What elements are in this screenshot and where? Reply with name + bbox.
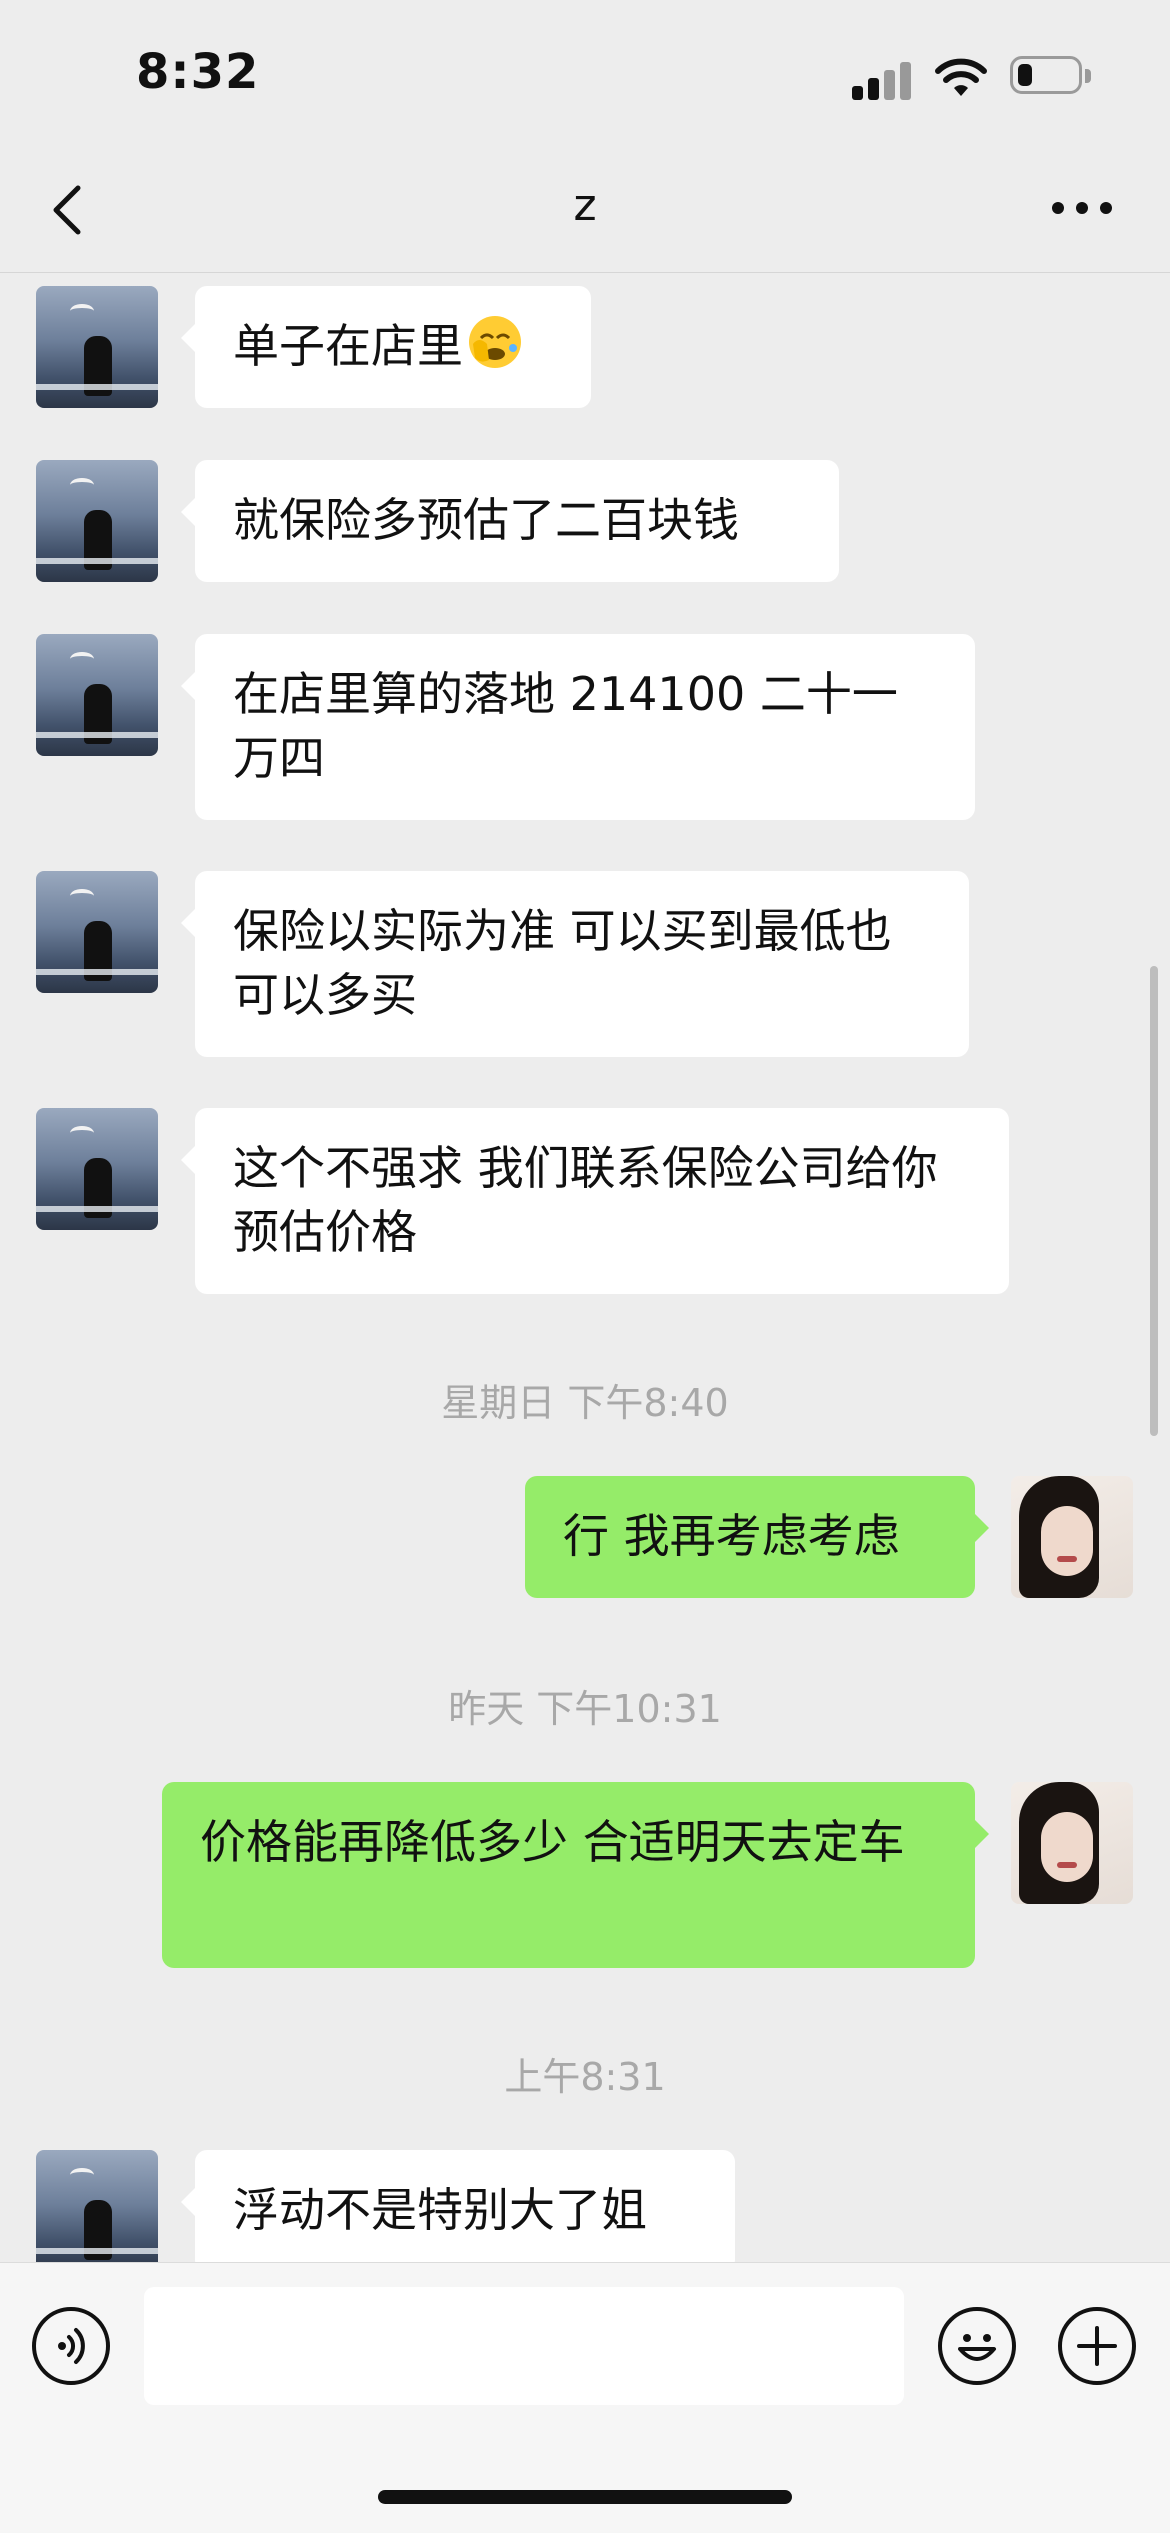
wifi-icon <box>935 58 987 96</box>
peer-avatar[interactable] <box>36 286 158 408</box>
message-bubble[interactable]: 价格能再降低多少 合适明天去定车 <box>162 1782 989 1968</box>
message-bubble[interactable]: 行 我再考虑考虑 <box>525 1476 989 1598</box>
status-bar: 8:32 <box>0 0 1170 150</box>
message-bubble[interactable]: 在店里算的落地 214100 二十一万四 <box>181 634 975 820</box>
peer-avatar[interactable] <box>36 2150 158 2272</box>
chat-title: z <box>573 180 597 231</box>
message-text: 在店里算的落地 214100 二十一万四 <box>233 667 898 785</box>
message-bubble[interactable]: 这个不强求 我们联系保险公司给你预估价格 <box>181 1108 1009 1294</box>
message-text: 行 我再考虑考虑 <box>563 1509 900 1563</box>
message-bubble[interactable]: 单子在店里 <box>181 286 591 408</box>
peer-avatar[interactable] <box>36 634 158 756</box>
battery-icon <box>1010 56 1091 94</box>
cellular-signal-icon <box>852 60 916 100</box>
message-text: 浮动不是特别大了姐 <box>233 2183 647 2237</box>
self-avatar[interactable] <box>1011 1782 1133 1904</box>
message-text: 单子在店里 <box>233 319 463 373</box>
timestamp: 上午8:31 <box>504 2055 666 2099</box>
message-text: 就保险多预估了二百块钱 <box>233 493 739 547</box>
message-bubble[interactable]: 就保险多预估了二百块钱 <box>181 460 839 582</box>
timestamp: 星期日 下午8:40 <box>441 1381 729 1425</box>
face-with-hand-over-eyes-emoji <box>469 316 521 368</box>
add-plus-icon[interactable] <box>1058 2307 1136 2385</box>
home-indicator <box>378 2490 792 2504</box>
voice-icon[interactable] <box>32 2307 110 2385</box>
status-time: 8:32 <box>136 44 260 100</box>
message-bubble[interactable]: 保险以实际为准 可以买到最低也可以多买 <box>181 871 969 1057</box>
message-text: 这个不强求 我们联系保险公司给你预估价格 <box>233 1141 938 1259</box>
message-input[interactable] <box>144 2287 904 2405</box>
peer-avatar[interactable] <box>36 871 158 993</box>
chat-header: z <box>0 150 1170 273</box>
peer-avatar[interactable] <box>36 1108 158 1230</box>
scrollbar[interactable] <box>1150 966 1158 1436</box>
message-text: 价格能再降低多少 合适明天去定车 <box>200 1815 905 1869</box>
peer-avatar[interactable] <box>36 460 158 582</box>
message-bubble[interactable]: 浮动不是特别大了姐 <box>181 2150 735 2272</box>
timestamp: 昨天 下午10:31 <box>448 1687 722 1731</box>
emoji-icon[interactable] <box>938 2307 1016 2385</box>
self-avatar[interactable] <box>1011 1476 1133 1598</box>
message-text: 保险以实际为准 可以买到最低也可以多买 <box>233 904 892 1022</box>
more-options-icon[interactable] <box>1052 196 1116 220</box>
